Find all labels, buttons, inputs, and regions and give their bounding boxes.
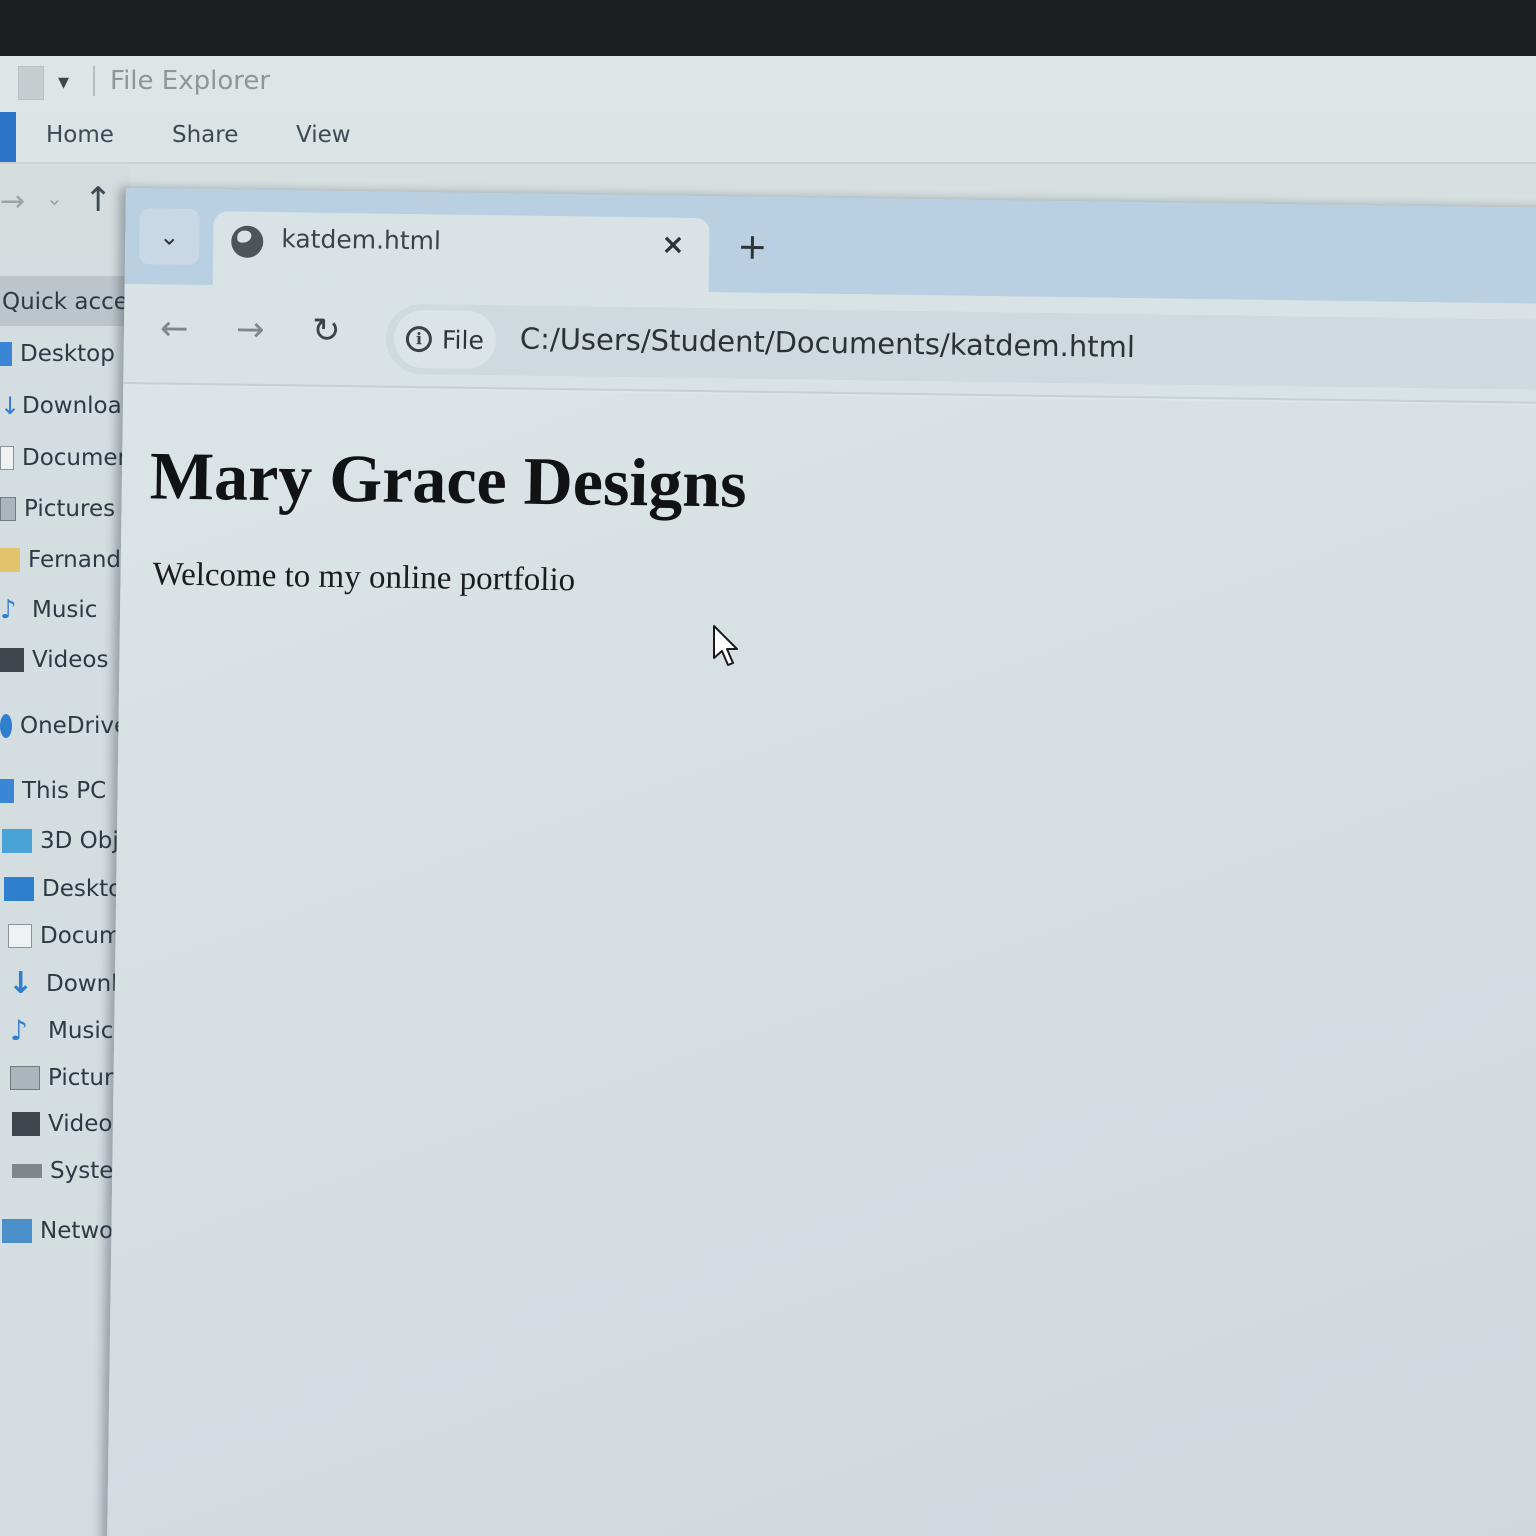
nav-item-onedrive[interactable]: OneDrive: [0, 708, 128, 744]
tab-search-button[interactable]: ⌄: [138, 208, 200, 266]
nav-item-music[interactable]: ♪ Music: [0, 592, 97, 628]
explorer-forward-icon[interactable]: →: [0, 184, 25, 219]
nav-item-pc-videos[interactable]: Videos: [12, 1106, 124, 1142]
info-icon: i: [405, 325, 433, 353]
tab-katdem[interactable]: katdem.html ×: [212, 211, 710, 293]
network-icon: [2, 1219, 32, 1243]
download-icon: ↓: [8, 966, 34, 1001]
back-arrow-icon[interactable]: ←: [160, 308, 189, 348]
pictures-icon: [0, 497, 16, 521]
chevron-down-icon: ⌄: [159, 222, 180, 251]
document-icon: [0, 446, 14, 470]
nav-item-videos[interactable]: Videos: [0, 642, 108, 678]
page-paragraph: Welcome to my online portfolio: [152, 556, 576, 599]
page-heading: Mary Grace Designs: [149, 437, 748, 522]
nav-item-desktop[interactable]: Desktop: [0, 336, 115, 372]
close-icon[interactable]: ×: [661, 227, 685, 260]
ribbon-file-tab[interactable]: [0, 112, 16, 162]
ribbon-tab-view[interactable]: View: [296, 122, 351, 148]
quick-access-label[interactable]: Quick acces: [2, 284, 140, 320]
new-tab-button[interactable]: +: [737, 227, 768, 268]
quick-access-toolbar-icon[interactable]: [18, 66, 44, 100]
globe-icon: [231, 225, 264, 258]
folder-icon: [0, 548, 20, 572]
ribbon-tab-home[interactable]: Home: [46, 122, 114, 148]
tab-title: katdem.html: [281, 224, 442, 256]
explorer-ribbon: Home Share View: [0, 112, 1536, 164]
nav-item-pictures[interactable]: Pictures: [0, 491, 115, 527]
titlebar-divider: [93, 66, 95, 96]
document-icon: [8, 924, 32, 948]
nav-item-documents[interactable]: Documen: [0, 440, 132, 476]
browser-toolbar: ← → ↻ i File C:/Users/Student/Documents/…: [123, 283, 1536, 404]
explorer-titlebar: ▾ File Explorer: [0, 56, 1536, 112]
ribbon-tab-share[interactable]: Share: [172, 122, 238, 148]
recent-locations-icon[interactable]: ⌄: [46, 186, 63, 210]
nav-item-this-pc[interactable]: This PC: [0, 773, 106, 809]
address-bar[interactable]: i File C:/Users/Student/Documents/katdem…: [385, 303, 1536, 390]
page-viewport: Mary Grace Designs Welcome to my online …: [107, 385, 1536, 1536]
forward-arrow-icon[interactable]: →: [236, 310, 265, 350]
explorer-nav-bar: → ⌄ ↑: [0, 166, 130, 246]
drive-icon: [12, 1164, 42, 1178]
videos-icon: [12, 1112, 40, 1136]
nav-item-downloads[interactable]: ↓ Download: [0, 388, 136, 424]
site-info-label: File: [441, 324, 485, 355]
site-info-chip[interactable]: i File: [393, 309, 497, 370]
monitor-bezel: [0, 0, 1536, 56]
videos-icon: [0, 648, 24, 672]
music-icon: ♪: [10, 1014, 28, 1047]
computer-icon: [0, 779, 14, 803]
pictures-icon: [10, 1066, 40, 1090]
address-url[interactable]: C:/Users/Student/Documents/katdem.html: [520, 322, 1135, 365]
browser-window: ⌄ katdem.html × + ← → ↻ i File C:/Users/…: [107, 188, 1536, 1536]
desktop-icon: [4, 877, 34, 901]
explorer-title: File Explorer: [110, 66, 271, 96]
music-icon: ♪: [0, 595, 17, 625]
download-icon: ↓: [0, 392, 21, 420]
nav-item-pc-music[interactable]: ♪ Music: [10, 1013, 113, 1049]
customize-toolbar-icon[interactable]: ▾: [58, 70, 69, 95]
3d-objects-icon: [2, 829, 32, 853]
up-arrow-icon[interactable]: ↑: [84, 180, 113, 220]
onedrive-icon: [0, 714, 12, 738]
mouse-cursor-icon: [713, 625, 738, 666]
desktop-icon: [0, 342, 12, 366]
reload-icon[interactable]: ↻: [312, 311, 341, 351]
